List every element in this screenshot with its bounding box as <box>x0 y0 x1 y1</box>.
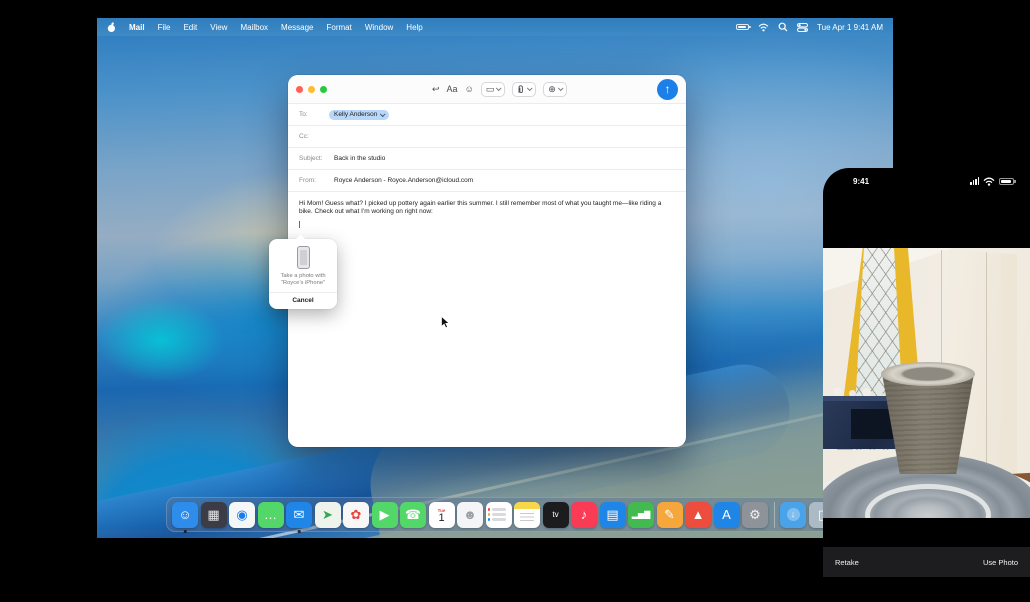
menu-view[interactable]: View <box>210 23 227 32</box>
running-indicator <box>298 530 301 533</box>
chevron-down-icon <box>527 85 533 91</box>
photo-browser-icon[interactable]: ▭ <box>481 82 506 97</box>
dock-divider <box>774 502 775 528</box>
insert-from-device-icon[interactable]: ⊕ <box>543 82 567 97</box>
dock-icon-pages[interactable]: ✎ <box>657 502 683 528</box>
iphone-icon <box>297 246 310 269</box>
cc-field[interactable]: Cc: <box>288 125 686 147</box>
battery-icon <box>999 178 1014 185</box>
dock-icon-finder[interactable]: ☺ <box>172 502 198 528</box>
to-field[interactable]: To: Kelly Anderson <box>288 103 686 125</box>
iphone-status-bar: 9:41 <box>823 168 1030 194</box>
menu-format[interactable]: Format <box>327 23 352 32</box>
dock-icon-phone[interactable]: ☎ <box>400 502 426 528</box>
dock-icon-mail[interactable]: ✉ <box>286 502 312 528</box>
retake-button[interactable]: Retake <box>835 558 859 567</box>
control-center-icon[interactable] <box>797 23 808 32</box>
dock-icon-system-settings[interactable]: ⚙ <box>742 502 768 528</box>
cancel-button[interactable]: Cancel <box>269 292 337 309</box>
message-body[interactable]: Hi Mom! Guess what? I picked up pottery … <box>288 191 686 447</box>
dock-icon-music[interactable]: ♪ <box>571 502 597 528</box>
chevron-down-icon <box>558 85 564 91</box>
menu-edit[interactable]: Edit <box>183 23 197 32</box>
dock-icon-numbers[interactable]: ▂▅▇ <box>628 502 654 528</box>
menu-items: Mail File Edit View Mailbox Message Format Wind… <box>107 22 423 33</box>
chevron-down-icon <box>496 85 502 91</box>
menu-clock[interactable]: Tue Apr 1 9:41 AM <box>817 23 883 32</box>
camera-action-bar: Retake Use Photo <box>823 547 1030 577</box>
dock-icon-messages[interactable]: … <box>258 502 284 528</box>
minimize-button[interactable] <box>308 86 315 93</box>
dock-icon-photos[interactable]: ✿ <box>343 502 369 528</box>
window-titlebar[interactable]: ↩ Aa ☺ ▭ ⊕ ↑ <box>288 75 686 103</box>
iphone-clock: 9:41 <box>853 177 869 186</box>
search-icon[interactable] <box>778 22 788 32</box>
recipient-token[interactable]: Kelly Anderson <box>329 110 389 120</box>
menu-file[interactable]: File <box>158 23 171 32</box>
emoji-icon[interactable]: ☺ <box>465 85 474 94</box>
use-photo-button[interactable]: Use Photo <box>983 558 1018 567</box>
dock-icon-contacts[interactable]: ☻ <box>457 502 483 528</box>
menu-message[interactable]: Message <box>281 23 313 32</box>
iphone-screen: 9:41 <box>823 168 1030 602</box>
menu-bar: Mail File Edit View Mailbox Message Format Wind… <box>97 18 893 36</box>
dock-icon-facetime[interactable]: ▶ <box>372 502 398 528</box>
subject-label: Subject: <box>299 155 334 162</box>
from-label: From: <box>299 177 334 184</box>
dock-icon-tv[interactable]: tv <box>543 502 569 528</box>
from-value: Royce Anderson - Royce.Anderson@icloud.c… <box>334 177 473 184</box>
from-field[interactable]: From: Royce Anderson - Royce.Anderson@ic… <box>288 169 686 191</box>
format-icon[interactable]: Aa <box>447 85 458 94</box>
undo-icon[interactable]: ↩ <box>432 85 440 94</box>
screen: Mail File Edit View Mailbox Message Format Wind… <box>0 0 1030 602</box>
status-icons: Tue Apr 1 9:41 AM <box>736 22 883 32</box>
close-button[interactable] <box>296 86 303 93</box>
dock-icon-maps[interactable]: ➤ <box>315 502 341 528</box>
to-label: To: <box>299 111 329 118</box>
wifi-icon <box>983 177 995 186</box>
cc-label: Cc: <box>299 133 329 140</box>
popup-title: Take a photo with “Royce’s iPhone” <box>269 273 337 287</box>
dock-icon-downloads[interactable]: ↓ <box>780 502 806 528</box>
battery-icon <box>736 24 749 30</box>
dock-icon-games[interactable]: ▲ <box>685 502 711 528</box>
menu-help[interactable]: Help <box>406 23 422 32</box>
menu-mailbox[interactable]: Mailbox <box>240 23 268 32</box>
dock-icon-launchpad[interactable]: ▦ <box>201 502 227 528</box>
dock-icon-keynote[interactable]: ▤ <box>600 502 626 528</box>
chevron-down-icon <box>380 111 386 117</box>
dock-icon-app-store[interactable]: A <box>714 502 740 528</box>
wifi-icon[interactable] <box>758 23 769 32</box>
dock-icon-reminders[interactable] <box>486 502 512 528</box>
camera-photo-preview <box>823 248 1030 518</box>
dock-icon-safari[interactable]: ◉ <box>229 502 255 528</box>
menu-window[interactable]: Window <box>365 23 393 32</box>
attach-icon[interactable] <box>512 82 536 97</box>
shelf-pottery <box>833 387 842 396</box>
zoom-button[interactable] <box>320 86 327 93</box>
desktop[interactable]: Mail File Edit View Mailbox Message Format Wind… <box>97 18 893 538</box>
dock-icon-calendar[interactable]: Tue1 <box>429 502 455 528</box>
signal-icon <box>970 177 979 185</box>
mouse-cursor <box>441 316 451 329</box>
continuity-camera-popup: Take a photo with “Royce’s iPhone” Cance… <box>269 239 337 309</box>
text-cursor <box>299 221 300 228</box>
subject-field[interactable]: Subject: Back in the studio <box>288 147 686 169</box>
message-text: Hi Mom! Guess what? I picked up pottery … <box>299 200 669 216</box>
dock: ☺▦◉…✉➤✿▶☎Tue1☻tv♪▤▂▅▇✎▲A⚙↓▯ <box>166 497 841 532</box>
dock-icon-notes[interactable] <box>514 502 540 528</box>
menu-mail[interactable]: Mail <box>129 23 145 32</box>
mail-compose-window: ↩ Aa ☺ ▭ ⊕ ↑ To: Kelly Anderson <box>288 75 686 447</box>
running-indicator <box>184 530 187 533</box>
apple-logo-icon[interactable] <box>107 22 116 33</box>
clay-bowl <box>881 362 975 474</box>
send-button[interactable]: ↑ <box>657 79 678 100</box>
subject-value: Back in the studio <box>334 155 385 162</box>
